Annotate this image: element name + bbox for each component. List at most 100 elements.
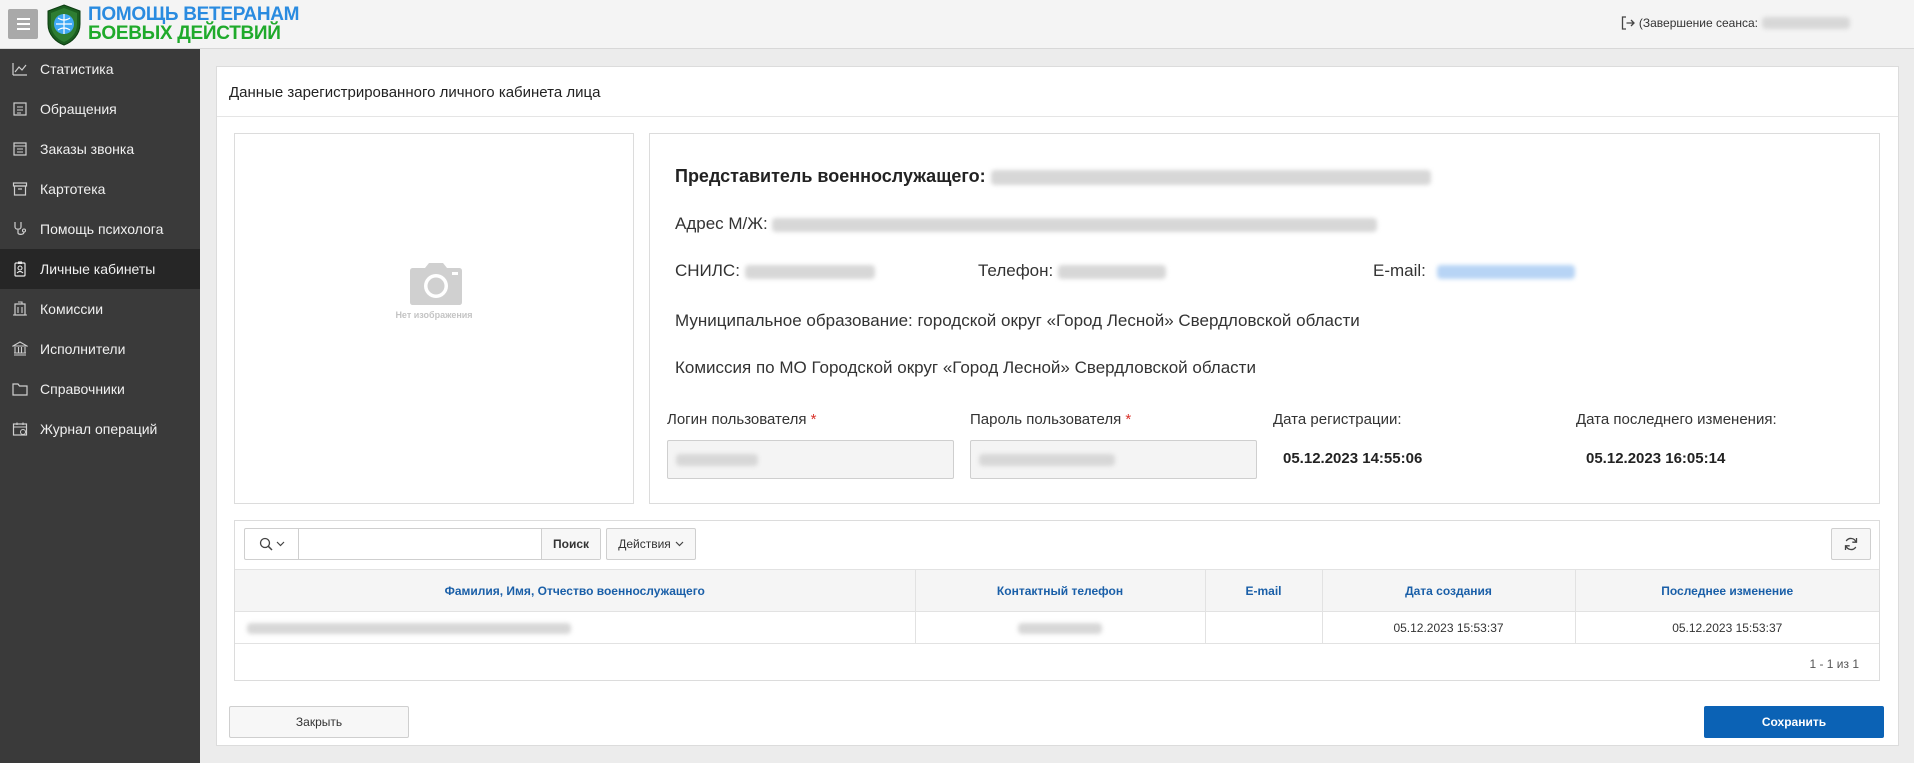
- camera-icon: [410, 263, 462, 305]
- phone-book-icon: [12, 141, 28, 157]
- column-header-modified[interactable]: Последнее изменение: [1575, 569, 1879, 612]
- id-badge-icon: [12, 261, 28, 277]
- sidebar-item-psychologist[interactable]: Помощь психолога: [0, 209, 200, 249]
- chevron-down-icon: [276, 541, 284, 547]
- mod-date-label: Дата последнего изменения:: [1576, 411, 1777, 428]
- sidebar-item-operations-log[interactable]: Журнал операций: [0, 409, 200, 449]
- column-header-created[interactable]: Дата создания: [1322, 569, 1576, 612]
- phone-redacted: [1018, 622, 1102, 634]
- address-redacted: [772, 217, 1378, 232]
- cell-phone: [915, 611, 1206, 644]
- cell-created: 05.12.2023 15:53:37: [1322, 611, 1576, 644]
- logo-line-1: ПОМОЩЬ ВЕТЕРАНАМ: [88, 4, 300, 25]
- snils-row: СНИЛС:: [675, 261, 875, 281]
- column-header-email[interactable]: E-mail: [1205, 569, 1323, 612]
- search-icon: [259, 537, 273, 551]
- password-label: Пароль пользователя: [970, 411, 1122, 428]
- refresh-button[interactable]: [1831, 528, 1871, 560]
- column-header-phone[interactable]: Контактный телефон: [915, 569, 1206, 612]
- person-info: Представитель военнослужащего: Адрес М/Ж…: [649, 133, 1880, 504]
- panel-title: Данные зарегистрированного личного кабин…: [229, 84, 601, 101]
- login-label-row: Логин пользователя *: [667, 411, 817, 428]
- column-header-name[interactable]: Фамилия, Имя, Отчество военнослужащего: [235, 569, 916, 612]
- sidebar-item-personal-accounts[interactable]: Личные кабинеты: [0, 249, 200, 289]
- stethoscope-icon: [12, 221, 28, 237]
- cell-modified: 05.12.2023 15:53:37: [1575, 611, 1879, 644]
- logout-label: (Завершение сеанса:: [1638, 16, 1758, 30]
- sidebar-item-requests[interactable]: Обращения: [0, 89, 200, 129]
- actions-button-label: Действия: [618, 537, 671, 551]
- snils-label: СНИЛС:: [675, 261, 740, 280]
- sidebar-item-directories[interactable]: Справочники: [0, 369, 200, 409]
- search-bar: Поиск: [244, 528, 601, 560]
- mod-date-value: 05.12.2023 16:05:14: [1586, 450, 1726, 467]
- representative-name-redacted: [990, 169, 1431, 185]
- search-input[interactable]: [299, 529, 541, 559]
- sidebar-item-label: Заказы звонка: [40, 141, 135, 157]
- sidebar-item-label: Исполнители: [40, 341, 126, 357]
- logout-link[interactable]: (Завершение сеанса:: [1621, 16, 1850, 30]
- login-input[interactable]: [667, 440, 954, 479]
- chart-line-icon: [12, 61, 28, 77]
- name-redacted: [247, 622, 571, 634]
- phone-label: Телефон:: [978, 261, 1054, 280]
- building-icon: [12, 301, 28, 317]
- chevron-down-icon: [675, 541, 684, 547]
- photo-placeholder: Нет изображения: [234, 133, 634, 504]
- calendar-icon: [12, 421, 28, 437]
- email-row: E-mail:: [1373, 261, 1575, 281]
- grid-toolbar: Поиск Действия: [235, 521, 1879, 569]
- representative-row: Представитель военнослужащего:: [675, 166, 1431, 187]
- sidebar-item-call-orders[interactable]: Заказы звонка: [0, 129, 200, 169]
- search-column-selector[interactable]: [245, 529, 299, 559]
- account-details-panel: Данные зарегистрированного личного кабин…: [216, 66, 1899, 746]
- login-label: Логин пользователя: [667, 411, 807, 428]
- password-value-redacted: [979, 454, 1115, 466]
- folder-icon: [12, 381, 28, 397]
- municipality-row: Муниципальное образование: городской окр…: [675, 311, 1360, 330]
- email-link-redacted[interactable]: [1436, 264, 1575, 279]
- sidebar-item-label: Помощь психолога: [40, 221, 164, 237]
- cell-email: [1205, 611, 1323, 644]
- sidebar-item-statistics[interactable]: Статистика: [0, 49, 200, 89]
- reg-date-value: 05.12.2023 14:55:06: [1283, 450, 1423, 467]
- top-header: ПОМОЩЬ ВЕТЕРАНАМ БОЕВЫХ ДЕЙСТВИЙ (Заверш…: [0, 0, 1914, 49]
- inbox-icon: [12, 101, 28, 117]
- sidebar: Статистика Обращения Заказы звонка Карто…: [0, 49, 200, 763]
- hamburger-icon[interactable]: [8, 9, 38, 39]
- divider: [217, 116, 1898, 117]
- sidebar-item-commissions[interactable]: Комиссии: [0, 289, 200, 329]
- required-marker: *: [1125, 411, 1132, 428]
- save-button[interactable]: Сохранить: [1704, 706, 1884, 738]
- search-button[interactable]: Поиск: [541, 529, 600, 559]
- table-row[interactable]: 05.12.2023 15:53:37 05.12.2023 15:53:37: [235, 611, 1879, 644]
- logo-line-2: БОЕВЫХ ДЕЙСТВИЙ: [88, 23, 281, 44]
- refresh-icon: [1844, 537, 1858, 551]
- sidebar-item-label: Личные кабинеты: [40, 261, 156, 277]
- phone-row: Телефон:: [978, 261, 1166, 281]
- close-button[interactable]: Закрыть: [229, 706, 409, 738]
- address-row: Адрес М/Ж:: [675, 214, 1378, 234]
- grid-header-row: Фамилия, Имя, Отчество военнослужащего К…: [235, 569, 1879, 612]
- required-marker: *: [810, 411, 817, 428]
- actions-button[interactable]: Действия: [606, 528, 696, 560]
- snils-redacted: [744, 264, 875, 279]
- cell-name: [235, 611, 916, 644]
- archive-icon: [12, 181, 28, 197]
- commission-row: Комиссия по МО Городской округ «Город Ле…: [675, 358, 1256, 377]
- password-input[interactable]: [970, 440, 1257, 479]
- sidebar-item-label: Картотека: [40, 181, 106, 197]
- representative-label: Представитель военнослужащего:: [675, 166, 986, 186]
- sidebar-item-executors[interactable]: Исполнители: [0, 329, 200, 369]
- pagination-info: 1 - 1 из 1: [1809, 657, 1859, 671]
- phone-redacted: [1057, 264, 1166, 279]
- shield-logo-icon: [47, 4, 81, 46]
- app-logo-text: ПОМОЩЬ ВЕТЕРАНАМ БОЕВЫХ ДЕЙСТВИЙ: [88, 4, 300, 44]
- sidebar-item-card-index[interactable]: Картотека: [0, 169, 200, 209]
- veterans-grid: Поиск Действия Фамилия, Имя, Отчество во…: [234, 520, 1880, 681]
- no-image-label: Нет изображения: [395, 310, 473, 320]
- page-scrollbar[interactable]: [1904, 49, 1914, 763]
- password-label-row: Пароль пользователя *: [970, 411, 1131, 428]
- logout-icon: [1621, 16, 1635, 30]
- reg-date-label: Дата регистрации:: [1273, 411, 1402, 428]
